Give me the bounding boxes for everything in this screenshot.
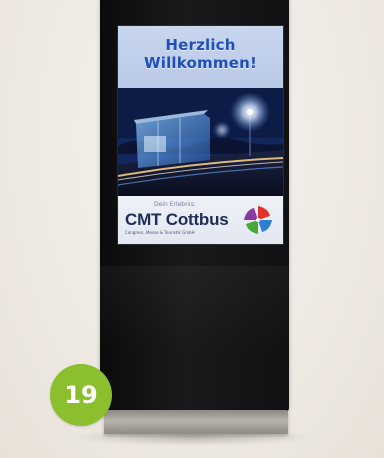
brand-name: CMT Cottbus	[125, 210, 229, 229]
headline-line-1: Herzlich	[165, 36, 236, 54]
night-glass-bus-stop-photo	[118, 88, 283, 196]
headline-line-2: Willkommen!	[143, 54, 257, 72]
kiosk-gloss	[100, 266, 289, 412]
kiosk-base	[104, 410, 288, 434]
tagline: Dein Erlebnis:	[154, 201, 196, 208]
screen-footer: Dein Erlebnis: CMT Cottbus Congress, Mes…	[118, 196, 283, 244]
kiosk-screen: Herzlich Willkommen! Dein Erlebnis: CMT …	[117, 25, 284, 245]
screen-header: Herzlich Willkommen!	[118, 26, 283, 88]
brand-subline: Congress, Messe & Touristik GmbH	[125, 230, 195, 235]
bus-stop-illustration	[118, 88, 283, 196]
photo-scene: Herzlich Willkommen! Dein Erlebnis: CMT …	[0, 0, 384, 458]
number-badge: 19	[50, 364, 112, 426]
cmt-pinwheel-logo-icon	[244, 206, 272, 234]
